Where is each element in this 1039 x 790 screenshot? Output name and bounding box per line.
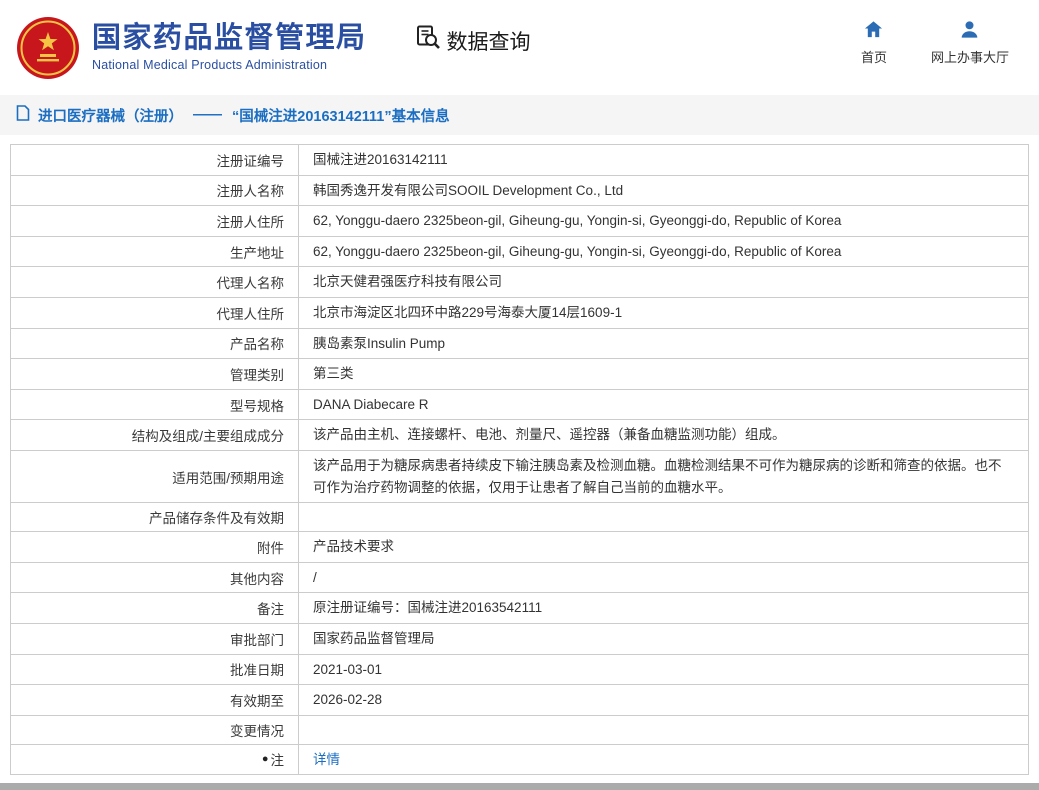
breadcrumb-separator: ——	[193, 107, 222, 123]
table-row: ●注详情	[11, 745, 1028, 775]
table-row: 代理人名称北京天健君强医疗科技有限公司	[11, 267, 1028, 298]
nav-hall-label: 网上办事大厅	[931, 47, 1009, 66]
row-label: 产品储存条件及有效期	[11, 503, 299, 531]
breadcrumb: 进口医疗器械（注册） —— “国械注进20163142111”基本信息	[0, 95, 1039, 135]
row-value	[299, 503, 1028, 531]
table-row: 结构及组成/主要组成成分该产品由主机、连接螺杆、电池、剂量尺、遥控器（兼备血糖监…	[11, 420, 1028, 451]
row-value: 62, Yonggu-daero 2325beon-gil, Giheung-g…	[299, 206, 1028, 236]
row-value: 该产品由主机、连接螺杆、电池、剂量尺、遥控器（兼备血糖监测功能）组成。	[299, 420, 1028, 450]
row-label: 生产地址	[11, 237, 299, 267]
row-value: 国家药品监督管理局	[299, 624, 1028, 654]
data-query-icon	[415, 24, 442, 57]
row-label: 结构及组成/主要组成成分	[11, 420, 299, 450]
table-row: 审批部门国家药品监督管理局	[11, 624, 1028, 655]
nav-data-query[interactable]: 数据查询	[415, 24, 531, 57]
row-value: 2021-03-01	[299, 655, 1028, 685]
row-label: 管理类别	[11, 359, 299, 389]
row-value: 国械注进20163142111	[299, 145, 1028, 175]
row-label: 适用范围/预期用途	[11, 451, 299, 502]
table-row: 注册人名称韩国秀逸开发有限公司SOOIL Development Co., Lt…	[11, 176, 1028, 207]
table-row: 批准日期2021-03-01	[11, 655, 1028, 686]
row-label: 代理人住所	[11, 298, 299, 328]
detail-link[interactable]: 详情	[313, 749, 340, 771]
row-label: 其他内容	[11, 563, 299, 593]
table-row: 有效期至2026-02-28	[11, 685, 1028, 716]
table-row: 备注原注册证编号：国械注进20163542111	[11, 593, 1028, 624]
row-label: 注册人名称	[11, 176, 299, 206]
row-value: 详情	[299, 745, 1028, 775]
row-value: 62, Yonggu-daero 2325beon-gil, Giheung-g…	[299, 237, 1028, 267]
document-icon	[16, 105, 30, 125]
table-row: 附件产品技术要求	[11, 532, 1028, 563]
row-label: 有效期至	[11, 685, 299, 715]
row-value: 北京天健君强医疗科技有限公司	[299, 267, 1028, 297]
table-row: 注册人住所62, Yonggu-daero 2325beon-gil, Gihe…	[11, 206, 1028, 237]
note-bullet-icon: ●	[262, 754, 269, 765]
row-value: 韩国秀逸开发有限公司SOOIL Development Co., Ltd	[299, 176, 1028, 206]
row-label: ●注	[11, 745, 299, 775]
table-row: 代理人住所北京市海淀区北四环中路229号海泰大厦14层1609-1	[11, 298, 1028, 329]
row-value: DANA Diabecare R	[299, 390, 1028, 420]
row-label: 代理人名称	[11, 267, 299, 297]
table-row: 生产地址62, Yonggu-daero 2325beon-gil, Giheu…	[11, 237, 1028, 268]
info-table: 注册证编号国械注进20163142111注册人名称韩国秀逸开发有限公司SOOIL…	[10, 144, 1029, 775]
row-value: 该产品用于为糖尿病患者持续皮下输注胰岛素及检测血糖。血糖检测结果不可作为糖尿病的…	[299, 451, 1028, 502]
nmpa-emblem-logo	[16, 16, 80, 80]
row-value: 产品技术要求	[299, 532, 1028, 562]
table-row: 管理类别第三类	[11, 359, 1028, 390]
table-row: 其他内容/	[11, 563, 1028, 594]
site-title-en: National Medical Products Administration	[92, 58, 367, 72]
row-label: 备注	[11, 593, 299, 623]
row-value: 北京市海淀区北四环中路229号海泰大厦14层1609-1	[299, 298, 1028, 328]
home-icon	[864, 20, 883, 42]
row-label: 批准日期	[11, 655, 299, 685]
row-value: /	[299, 563, 1028, 593]
person-icon	[960, 20, 979, 42]
row-label: 注册证编号	[11, 145, 299, 175]
row-label: 产品名称	[11, 329, 299, 359]
row-label: 注册人住所	[11, 206, 299, 236]
table-row: 产品名称胰岛素泵Insulin Pump	[11, 329, 1028, 360]
row-label: 型号规格	[11, 390, 299, 420]
data-query-label: 数据查询	[447, 26, 531, 56]
row-label: 审批部门	[11, 624, 299, 654]
row-label: 变更情况	[11, 716, 299, 744]
table-row: 注册证编号国械注进20163142111	[11, 145, 1028, 176]
site-title-cn: 国家药品监督管理局	[92, 23, 367, 55]
nav-home-label: 首页	[861, 47, 887, 66]
site-title-block: 国家药品监督管理局 National Medical Products Admi…	[92, 23, 367, 73]
breadcrumb-category[interactable]: 进口医疗器械（注册）	[38, 105, 183, 126]
table-row: 型号规格DANA Diabecare R	[11, 390, 1028, 421]
header-nav: 首页 网上办事大厅	[861, 20, 1009, 66]
row-value: 2026-02-28	[299, 685, 1028, 715]
table-row: 适用范围/预期用途该产品用于为糖尿病患者持续皮下输注胰岛素及检测血糖。血糖检测结…	[11, 451, 1028, 503]
table-row: 产品储存条件及有效期	[11, 503, 1028, 532]
nav-home[interactable]: 首页	[861, 20, 887, 66]
row-value: 胰岛素泵Insulin Pump	[299, 329, 1028, 359]
breadcrumb-page-title: “国械注进20163142111”基本信息	[232, 105, 450, 126]
row-label: 附件	[11, 532, 299, 562]
site-header: 国家药品监督管理局 National Medical Products Admi…	[0, 0, 1039, 95]
footer-bar	[0, 783, 1039, 790]
row-value: 原注册证编号：国械注进20163542111	[299, 593, 1028, 623]
row-value: 第三类	[299, 359, 1028, 389]
table-row: 变更情况	[11, 716, 1028, 745]
row-value	[299, 716, 1028, 744]
nav-service-hall[interactable]: 网上办事大厅	[931, 20, 1009, 66]
